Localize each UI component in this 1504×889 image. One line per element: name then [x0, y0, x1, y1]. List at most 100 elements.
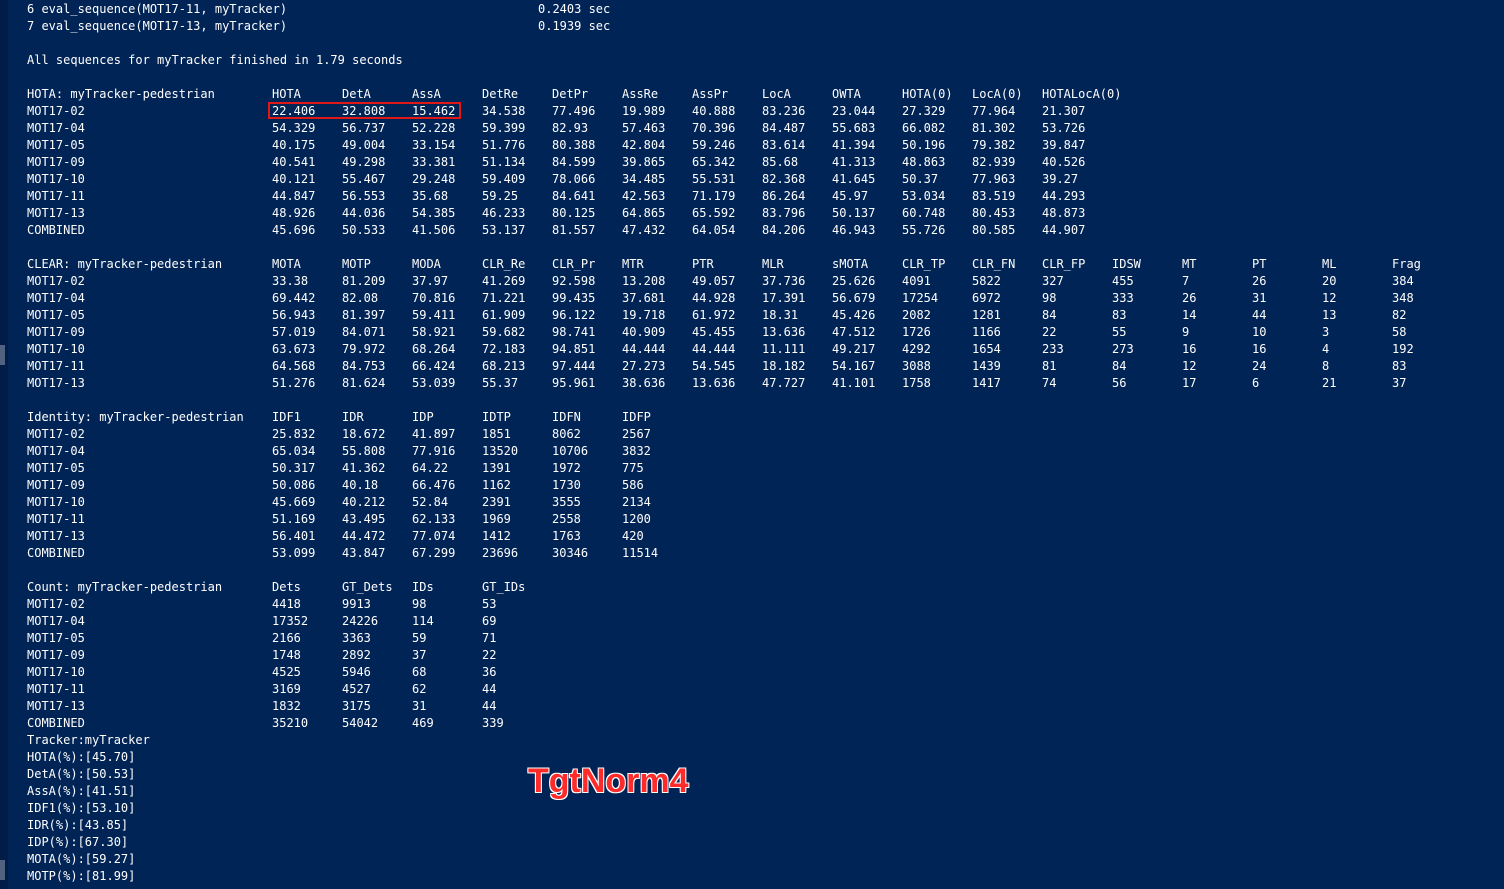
identity-cell: 55.808	[342, 444, 386, 458]
count-row-name: MOT17-10	[27, 665, 85, 679]
clear-cell: 3088	[902, 359, 931, 373]
identity-cell: 66.476	[412, 478, 456, 492]
hota-cell: 50.533	[342, 223, 386, 237]
hota-cell: 41.313	[832, 155, 876, 169]
summary-text: HOTA(%):[45.70]	[27, 750, 136, 764]
clear-cell: 84	[1042, 308, 1057, 322]
identity-cell: 40.212	[342, 495, 386, 509]
count-table-row: MOT17-10 4525 5946 68 36	[27, 664, 1487, 681]
clear-col-header: MOTA	[272, 257, 301, 271]
clear-cell: 44.928	[692, 291, 736, 305]
hota-title: HOTA: myTracker-pedestrian	[27, 87, 215, 101]
identity-col-header: IDF1	[272, 410, 301, 424]
hota-cell: 42.563	[622, 189, 666, 203]
clear-cell: 384	[1392, 274, 1414, 288]
identity-cell: 40.18	[342, 478, 379, 492]
clear-cell: 63.673	[272, 342, 316, 356]
clear-col-header: IDSW	[1112, 257, 1141, 271]
clear-cell: 68.213	[482, 359, 526, 373]
hota-cell: 34.485	[622, 172, 666, 186]
clear-cell: 22	[1042, 325, 1057, 339]
hota-cell: 84.641	[552, 189, 596, 203]
clear-cell: 4091	[902, 274, 931, 288]
hota-cell: 49.004	[342, 138, 386, 152]
clear-cell: 37.736	[762, 274, 806, 288]
hota-cell: 84.206	[762, 223, 806, 237]
count-table-row: MOT17-13 1832 3175 31 44	[27, 698, 1487, 715]
identity-row-name: MOT17-09	[27, 478, 85, 492]
count-table-row: MOT17-04 17352 24226 114 69	[27, 613, 1487, 630]
clear-cell: 21	[1322, 376, 1337, 390]
identity-cell: 2567	[622, 427, 651, 441]
summary-line: MOTA(%):[59.27]	[27, 851, 1487, 868]
terminal-scrollbar[interactable]	[1490, 0, 1504, 889]
hota-cell: 83.519	[972, 189, 1016, 203]
identity-cell: 775	[622, 461, 644, 475]
identity-cell: 52.84	[412, 495, 449, 509]
identity-row-name: MOT17-13	[27, 529, 85, 543]
clear-cell: 12	[1322, 291, 1337, 305]
hota-cell: 81.302	[972, 121, 1016, 135]
hota-cell: 79.382	[972, 138, 1016, 152]
clear-cell: 233	[1042, 342, 1064, 356]
hota-cell: 59.409	[482, 172, 526, 186]
clear-row-name: MOT17-05	[27, 308, 85, 322]
clear-cell: 59.682	[482, 325, 526, 339]
terminal-gutter	[0, 0, 8, 889]
clear-cell: 33.38	[272, 274, 309, 288]
clear-cell: 5822	[972, 274, 1001, 288]
clear-cell: 98.741	[552, 325, 596, 339]
count-cell: 4525	[272, 665, 301, 679]
count-row-name: MOT17-13	[27, 699, 85, 713]
hota-cell: 65.342	[692, 155, 736, 169]
identity-table-row: MOT17-11 51.169 43.495 62.133 1969 2558 1200	[27, 511, 1487, 528]
clear-cell: 47.727	[762, 376, 806, 390]
hota-cell: 77.496	[552, 104, 596, 118]
hota-cell: 77.963	[972, 172, 1016, 186]
clear-cell: 24	[1252, 359, 1267, 373]
identity-title: Identity: myTracker-pedestrian	[27, 410, 244, 424]
clear-row-name: MOT17-11	[27, 359, 85, 373]
identity-cell: 56.401	[272, 529, 316, 543]
hota-cell: 77.964	[972, 104, 1016, 118]
clear-cell: 44.444	[692, 342, 736, 356]
hota-cell: 82.939	[972, 155, 1016, 169]
hota-cell: 64.865	[622, 206, 666, 220]
identity-cell: 30346	[552, 546, 589, 560]
identity-row-name: COMBINED	[27, 546, 85, 560]
clear-cell: 41.101	[832, 376, 876, 390]
identity-cell: 77.916	[412, 444, 456, 458]
identity-col-header: IDTP	[482, 410, 511, 424]
count-cell: 36	[482, 665, 497, 679]
hota-cell: 64.054	[692, 223, 736, 237]
hota-cell: 19.989	[622, 104, 666, 118]
identity-cell: 3555	[552, 495, 581, 509]
clear-cell: 41.269	[482, 274, 526, 288]
hota-cell: 46.233	[482, 206, 526, 220]
count-cell: 98	[412, 597, 427, 611]
identity-cell: 1162	[482, 478, 511, 492]
clear-cell: 49.217	[832, 342, 876, 356]
hota-cell: 60.748	[902, 206, 946, 220]
count-cell: 2892	[342, 648, 371, 662]
hota-cell: 35.68	[412, 189, 449, 203]
clear-header-row: CLEAR: myTracker-pedestrian MOTA MOTP MODA C…	[27, 256, 1487, 273]
clear-row-name: MOT17-02	[27, 274, 85, 288]
hota-cell: 42.804	[622, 138, 666, 152]
hota-cell: 40.541	[272, 155, 316, 169]
hota-cell: 78.066	[552, 172, 596, 186]
hota-cell: 49.298	[342, 155, 386, 169]
hota-table-row: MOT17-09 40.541 49.298 33.381 51.134 84.599 39…	[27, 154, 1487, 171]
identity-row-name: MOT17-02	[27, 427, 85, 441]
summary-line: DetA(%):[50.53]	[27, 766, 1487, 783]
clear-cell: 70.816	[412, 291, 456, 305]
hota-cell: 40.526	[1042, 155, 1086, 169]
clear-cell: 47.512	[832, 325, 876, 339]
log-line: 7 eval_sequence(MOT17-13, myTracker) 0.19…	[27, 18, 1487, 35]
clear-cell: 84.753	[342, 359, 386, 373]
hota-table-row: MOT17-10 40.121 55.467 29.248 59.409 78.066 34…	[27, 171, 1487, 188]
hota-cell: 54.329	[272, 121, 316, 135]
terminal-output[interactable]: 6 eval_sequence(MOT17-11, myTracker) 0.24…	[27, 1, 1487, 889]
clear-col-header: MLR	[762, 257, 784, 271]
hota-cell: 70.396	[692, 121, 736, 135]
